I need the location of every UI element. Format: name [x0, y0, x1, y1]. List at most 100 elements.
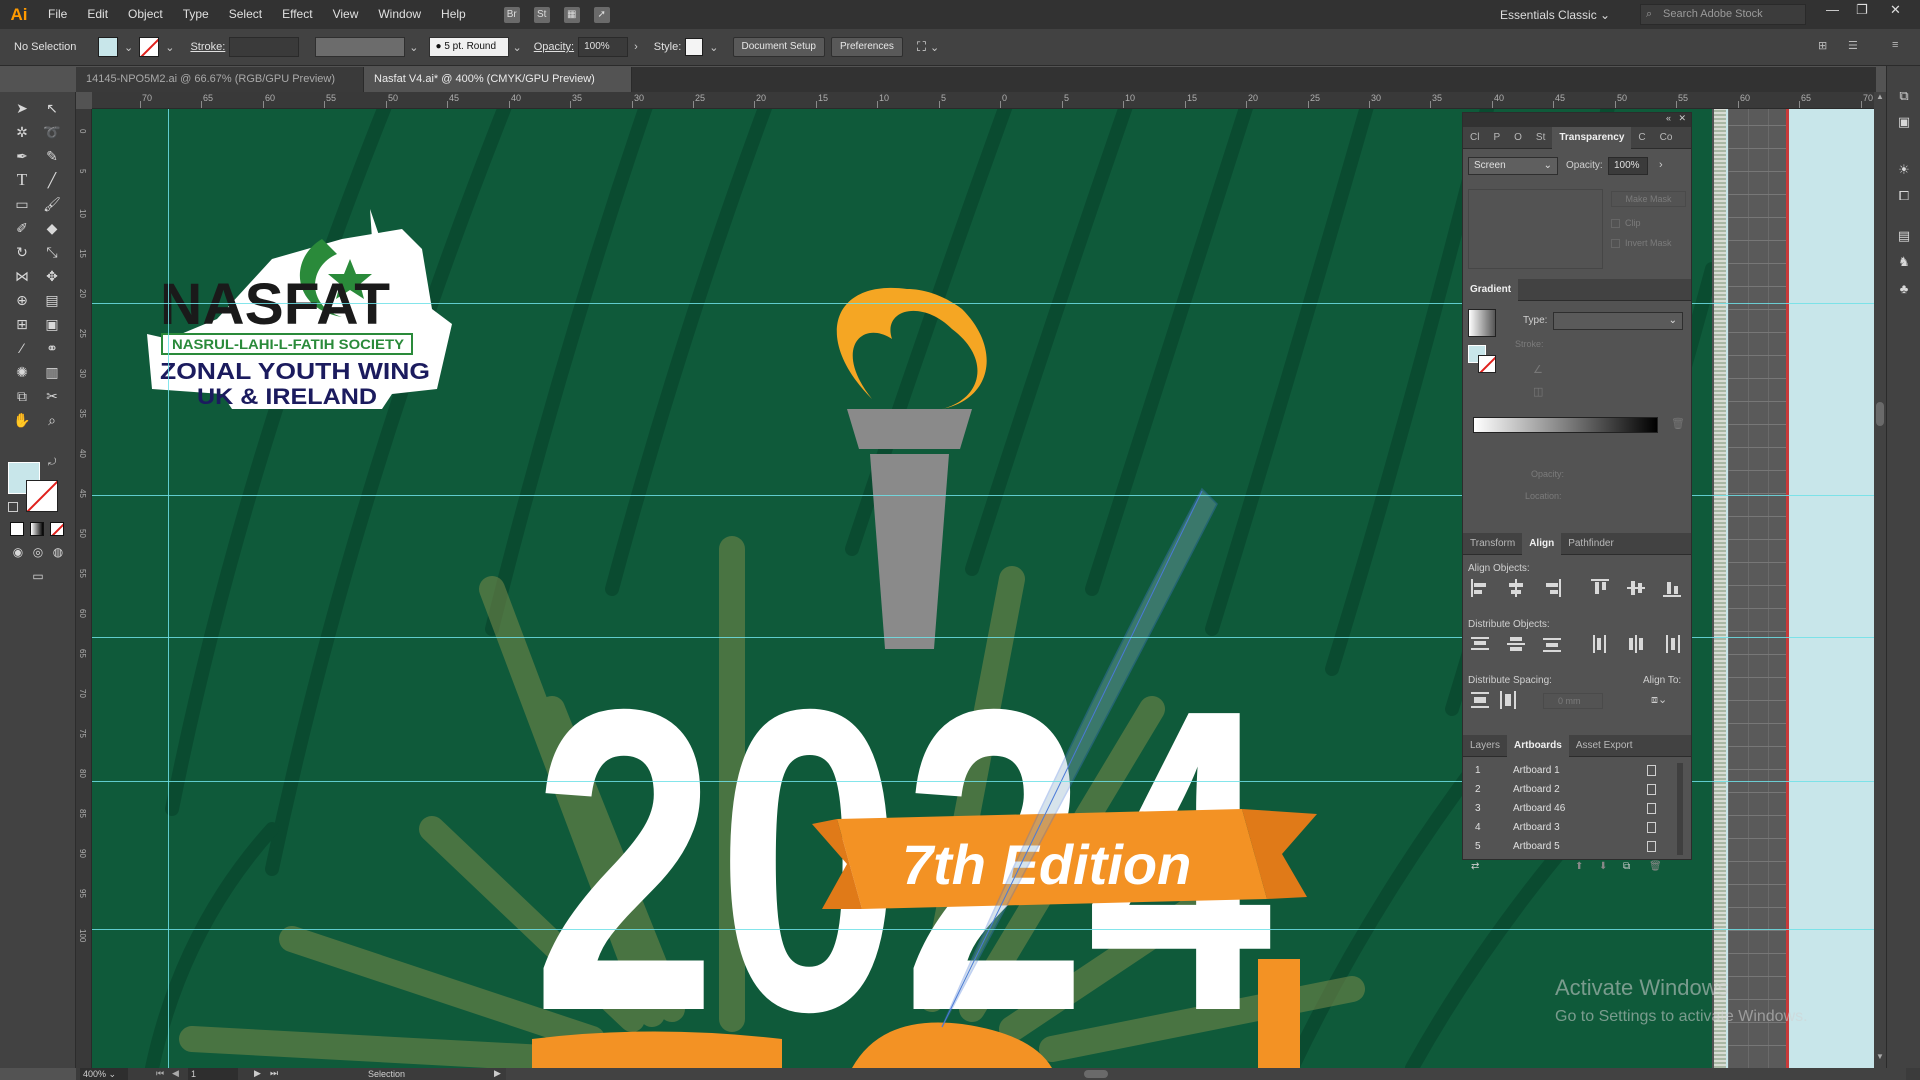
document-tab-2[interactable]: Nasfat V4.ai* @ 400% (CMYK/GPU Preview) … — [364, 67, 632, 110]
arrange-icon[interactable]: ⛶ — [917, 39, 926, 55]
symbol-sprayer-tool-icon[interactable]: ✺ — [10, 360, 34, 384]
direct-selection-tool-icon[interactable]: ↖ — [40, 96, 64, 120]
panel-menu-icon[interactable]: ≡ — [1892, 39, 1898, 51]
scroll-down-icon[interactable]: ▼ — [1876, 1052, 1884, 1061]
restore-icon[interactable]: ❐ — [1856, 2, 1868, 18]
next-artboard-icon[interactable]: ▶ — [254, 1068, 261, 1079]
list-scrollbar[interactable] — [1677, 763, 1683, 855]
document-tab-1[interactable]: 14145-NPO5M2.ai @ 66.67% (RGB/GPU Previe… — [76, 67, 364, 110]
chevron-down-icon[interactable]: ⌄ — [513, 41, 522, 54]
draw-inside-icon[interactable]: ◍ — [46, 540, 70, 564]
artboard-number-input[interactable]: 1 — [188, 1068, 238, 1080]
chevron-down-icon[interactable]: ⌄ — [409, 41, 418, 54]
curvature-tool-icon[interactable]: ✎ — [40, 144, 64, 168]
list-item[interactable]: 4 Artboard 3 — [1467, 818, 1675, 837]
perspective-grid-tool-icon[interactable]: ▤ — [40, 288, 64, 312]
rearrange-icon[interactable]: ⇄ — [1471, 861, 1479, 872]
guide-vertical[interactable] — [168, 109, 169, 1068]
type-tool-icon[interactable]: T — [10, 168, 34, 192]
menu-type[interactable]: Type — [173, 0, 219, 29]
tab-artboards[interactable]: Artboards — [1507, 734, 1569, 757]
bridge-icon[interactable]: Br — [503, 6, 520, 23]
variable-width-select[interactable] — [315, 37, 406, 57]
preferences-button[interactable]: Preferences — [831, 37, 903, 57]
gradient-mode-icon[interactable] — [30, 522, 44, 536]
screen-mode-icon[interactable]: ▭ — [26, 564, 50, 588]
distribute-horizontal-center-icon[interactable] — [1627, 635, 1645, 653]
artboard-options-icon[interactable] — [1647, 803, 1656, 814]
tab-stroke[interactable]: St — [1529, 127, 1552, 149]
list-item[interactable]: 5 Artboard 5 — [1467, 837, 1675, 856]
spacing-input[interactable]: 0 mm — [1543, 693, 1603, 709]
menu-file[interactable]: File — [38, 0, 77, 29]
invert-mask-checkbox[interactable] — [1611, 239, 1620, 248]
chevron-down-icon[interactable]: ⌄ — [165, 41, 174, 54]
rotate-tool-icon[interactable]: ↻ — [10, 240, 34, 264]
none-mode-icon[interactable] — [50, 522, 64, 536]
menu-object[interactable]: Object — [118, 0, 173, 29]
line-tool-icon[interactable]: ╱ — [40, 168, 64, 192]
menu-edit[interactable]: Edit — [77, 0, 118, 29]
libraries-icon[interactable]: ⧉ — [1896, 88, 1912, 104]
list-item[interactable]: 3 Artboard 46 — [1467, 799, 1675, 818]
stroke-swatch[interactable] — [139, 37, 160, 57]
aspect-ratio-icon[interactable]: ◫ — [1533, 385, 1543, 398]
chevron-down-icon[interactable]: ⌄ — [709, 41, 718, 54]
brush-select[interactable]: ● 5 pt. Round — [428, 37, 509, 57]
blend-mode-select[interactable]: Screen ⌄ — [1468, 157, 1558, 175]
mesh-tool-icon[interactable]: ⊞ — [10, 312, 34, 336]
tab-gradient[interactable]: Gradient — [1463, 278, 1519, 301]
panel-menu-icon[interactable]: ☰ — [1848, 39, 1858, 52]
workspace-switcher[interactable]: Essentials Classic ⌄ — [1500, 4, 1610, 26]
style-swatch[interactable] — [685, 38, 704, 56]
list-item[interactable]: 2 Artboard 2 — [1467, 780, 1675, 799]
tab-pattern[interactable]: P — [1486, 127, 1507, 149]
eyedropper-tool-icon[interactable]: ⁄ — [10, 336, 34, 360]
default-colors-icon[interactable] — [8, 502, 18, 512]
trash-icon[interactable]: 🗑 — [1671, 417, 1685, 430]
search-stock-input[interactable]: ⌕ Search Adobe Stock — [1640, 4, 1806, 25]
last-artboard-icon[interactable]: ⏭ — [270, 1068, 278, 1079]
arrange-documents-icon[interactable]: ▦ — [563, 6, 580, 23]
menu-effect[interactable]: Effect — [272, 0, 322, 29]
gpu-performance-icon[interactable]: ➚ — [593, 6, 610, 23]
opacity-input[interactable]: 100% — [1608, 157, 1648, 175]
align-top-icon[interactable] — [1591, 579, 1609, 597]
opacity-input[interactable]: 100% — [578, 37, 629, 57]
close-icon[interactable]: ✕ — [1678, 113, 1686, 124]
angle-icon[interactable]: ∠ — [1533, 363, 1543, 376]
minimize-icon[interactable]: — — [1826, 2, 1839, 17]
align-left-icon[interactable] — [1471, 579, 1489, 597]
scroll-up-icon[interactable]: ▲ — [1876, 92, 1884, 101]
tab-c[interactable]: C — [1631, 127, 1652, 149]
graphic-styles-icon[interactable]: ♞ — [1896, 254, 1912, 270]
tab-pathfinder[interactable]: Pathfinder — [1561, 533, 1621, 555]
chevron-down-icon[interactable]: ⌄ — [124, 41, 133, 54]
align-to-select[interactable]: ⧈⌄ — [1651, 693, 1667, 707]
status-menu-icon[interactable]: ▶ — [494, 1068, 501, 1079]
trash-icon[interactable]: 🗑 — [1649, 861, 1662, 872]
color-guide-icon[interactable]: ☀ — [1896, 162, 1912, 178]
align-bottom-icon[interactable] — [1663, 579, 1681, 597]
menu-window[interactable]: Window — [368, 0, 431, 29]
appearance-icon[interactable]: ▤ — [1896, 228, 1912, 244]
distribute-vertical-center-icon[interactable] — [1507, 635, 1525, 653]
stroke-weight-input[interactable] — [229, 37, 300, 57]
chevron-right-icon[interactable]: › — [1659, 159, 1663, 171]
guide-horizontal[interactable] — [92, 929, 1874, 930]
tab-align[interactable]: Align — [1522, 532, 1562, 555]
blend-tool-icon[interactable]: ⚭ — [40, 336, 64, 360]
gradient-thumbnail[interactable] — [1468, 309, 1496, 337]
align-vertical-center-icon[interactable] — [1627, 579, 1645, 597]
column-graph-tool-icon[interactable]: ▥ — [40, 360, 64, 384]
horizontal-distribute-space-icon[interactable] — [1499, 691, 1517, 709]
panel-layout-icon[interactable]: ⊞ — [1818, 39, 1827, 52]
new-artboard-icon[interactable]: ⧉ — [1623, 861, 1630, 872]
artboard-options-icon[interactable] — [1647, 784, 1656, 795]
puppet-warp-tool-icon[interactable]: ✥ — [40, 264, 64, 288]
symbols-icon[interactable]: ♣ — [1896, 280, 1912, 296]
vertical-scrollbar[interactable]: ▲ ▼ — [1874, 92, 1886, 1068]
tab-layers[interactable]: Layers — [1463, 735, 1507, 757]
lasso-tool-icon[interactable]: ➰ — [40, 120, 64, 144]
artboard-options-icon[interactable] — [1647, 841, 1656, 852]
